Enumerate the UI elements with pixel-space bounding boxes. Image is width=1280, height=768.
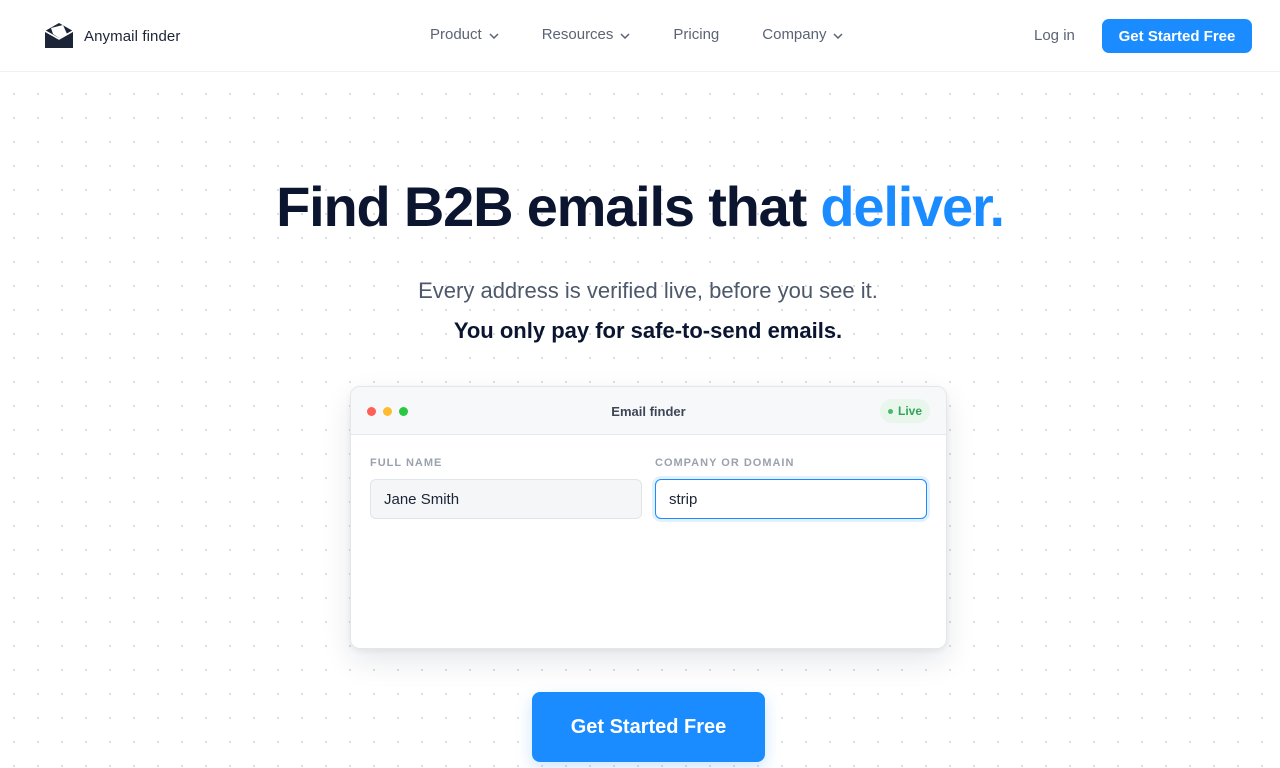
nav-item-product[interactable]: Product — [430, 26, 499, 43]
nav-item-pricing[interactable]: Pricing — [673, 26, 719, 43]
nav-item-label: Pricing — [673, 26, 720, 43]
hero-subtitle-bold: You only pay for safe-to-send emails. — [453, 318, 843, 343]
email-finder-card: Email finder Live FULL NAME COMPANY OR D… — [350, 386, 947, 649]
envelope-logo-icon — [44, 22, 74, 50]
status-badge-label: Live — [897, 404, 922, 418]
full-name-label: FULL NAME — [370, 457, 443, 469]
chevron-down-icon — [620, 26, 630, 43]
nav-item-resources[interactable]: Resources — [542, 26, 631, 43]
full-name-input[interactable] — [370, 479, 642, 519]
chevron-down-icon — [489, 26, 499, 43]
main-nav: Product Resources Pricing Company — [430, 26, 886, 43]
nav-item-company[interactable]: Company — [762, 26, 843, 43]
hero-get-started-button[interactable]: Get Started Free — [532, 692, 765, 762]
nav-item-label: Company — [762, 26, 827, 43]
company-domain-input[interactable] — [655, 479, 927, 519]
hero-subtitle: Every address is verified live, before y… — [418, 278, 878, 303]
nav-item-label: Product — [430, 26, 482, 43]
brand-name: Anymail finder — [84, 27, 181, 45]
finder-card-title: Email finder — [611, 404, 686, 419]
nav-get-started-button[interactable]: Get Started Free — [1102, 19, 1252, 53]
nav-item-label: Resources — [541, 26, 614, 43]
finder-card-header: Email finder Live — [351, 387, 946, 435]
top-navbar: Anymail finder Product Resources Pricing… — [0, 0, 1280, 72]
chevron-down-icon — [833, 26, 843, 43]
hero-title: Find B2B emails that deliver. — [0, 174, 1280, 240]
company-domain-label: COMPANY OR DOMAIN — [655, 457, 795, 469]
login-link[interactable]: Log in — [1034, 27, 1075, 44]
hero-title-main: Find B2B emails that — [276, 175, 821, 238]
status-badge: Live — [879, 399, 930, 423]
hero-title-accent: deliver. — [820, 175, 1005, 238]
live-dot-icon — [887, 408, 893, 414]
brand-logo[interactable]: Anymail finder — [44, 22, 180, 50]
